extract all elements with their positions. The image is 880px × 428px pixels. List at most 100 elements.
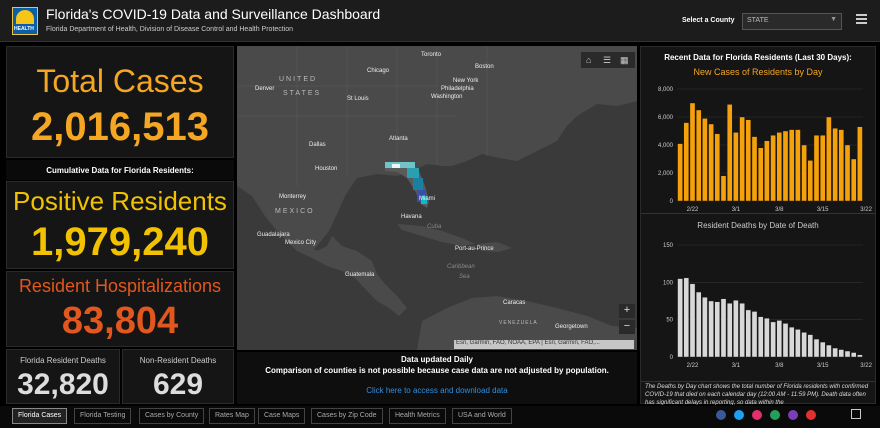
map-label-mexico-city: Mexico City bbox=[285, 240, 317, 246]
hospitalizations-panel: Resident Hospitalizations 83,804 bbox=[6, 271, 234, 347]
cases-bar bbox=[776, 132, 783, 202]
non-resident-deaths-panel: Non-Resident Deaths 629 bbox=[122, 349, 234, 404]
map-label-sea: Sea bbox=[459, 274, 470, 280]
deaths-chart-footnote: The Deaths by Day chart shows the total … bbox=[645, 384, 869, 405]
recent-data-panel: Recent Data for Florida Residents (Last … bbox=[640, 46, 876, 405]
page-title: Florida's COVID-19 Data and Surveillance… bbox=[46, 6, 381, 22]
map-label-chicago: Chicago bbox=[367, 68, 390, 74]
deaths-bar bbox=[807, 334, 814, 358]
deaths-bar bbox=[795, 329, 801, 358]
positive-residents-label: Positive Residents bbox=[13, 186, 227, 216]
cases-bar bbox=[807, 160, 814, 202]
tab-health-metrics[interactable]: Health Metrics bbox=[389, 408, 446, 424]
cases-bar bbox=[726, 104, 733, 202]
cases-bar bbox=[764, 140, 770, 202]
map-attribution: Esri, Garmin, FAO, NOAA, EPA | Esri, Gar… bbox=[454, 340, 634, 349]
cases-bar bbox=[695, 109, 702, 202]
cases-bar bbox=[745, 119, 752, 202]
deaths-y-tick: 150 bbox=[663, 243, 674, 249]
deaths-bar bbox=[801, 332, 807, 358]
map-label-guatemala: Guatemala bbox=[345, 272, 375, 278]
deaths-bar bbox=[826, 344, 832, 358]
facebook-icon[interactable] bbox=[716, 410, 726, 420]
map-label-st-louis: St Louis bbox=[347, 96, 369, 102]
deaths-bar bbox=[850, 352, 857, 358]
deaths-x-tick: 2/22 bbox=[687, 363, 699, 369]
cases-bar bbox=[708, 123, 714, 202]
deaths-bar bbox=[677, 278, 683, 358]
tab-cases-by-zip[interactable]: Cases by Zip Code bbox=[311, 408, 383, 424]
list-icon[interactable]: ☰ bbox=[603, 55, 611, 66]
positive-residents-panel: Positive Residents 1,979,240 bbox=[6, 181, 234, 269]
update-notice: Data updated Daily Comparison of countie… bbox=[237, 352, 637, 404]
map-label-georgetown: Georgetown bbox=[555, 324, 588, 330]
cases-bar bbox=[826, 116, 832, 202]
map-label-havana: Havana bbox=[401, 214, 422, 220]
map-label-toronto: Toronto bbox=[421, 52, 442, 58]
deaths-y-tick: 0 bbox=[670, 355, 674, 361]
florida-health-logo: HEALTH bbox=[12, 7, 38, 35]
map-label-new-york: New York bbox=[453, 78, 479, 84]
cases-map[interactable]: Toronto Boston Chicago New York Philadel… bbox=[237, 46, 637, 350]
tab-case-maps[interactable]: Case Maps bbox=[258, 408, 306, 424]
deaths-x-tick: 3/1 bbox=[732, 363, 741, 369]
total-cases-panel: Total Cases 2,016,513 bbox=[6, 46, 234, 158]
hospitalizations-value: 83,804 bbox=[61, 300, 179, 342]
deaths-bar-chart: 0 50 100 150 2/22 3/1 3/8 3/15 3/22 bbox=[663, 243, 873, 369]
pinterest-icon[interactable] bbox=[806, 410, 816, 420]
instagram-icon[interactable] bbox=[752, 410, 762, 420]
total-cases-label: Total Cases bbox=[36, 63, 204, 99]
zoom-in-button[interactable]: + bbox=[619, 304, 635, 318]
map-label-philadelphia: Philadelphia bbox=[441, 86, 474, 92]
deaths-bar bbox=[776, 320, 783, 358]
deaths-bar bbox=[757, 316, 764, 358]
map-label-miami: Miami bbox=[419, 196, 435, 202]
tab-florida-cases[interactable]: Florida Cases bbox=[12, 408, 68, 424]
chevron-down-icon: ▼ bbox=[830, 16, 837, 23]
twitter-icon[interactable] bbox=[734, 410, 744, 420]
cases-bar bbox=[702, 118, 708, 202]
deaths-bar bbox=[857, 354, 863, 358]
cases-y-tick: 8,000 bbox=[658, 87, 674, 93]
tab-cases-by-county[interactable]: Cases by County bbox=[139, 408, 205, 424]
map-label-dallas: Dallas bbox=[309, 142, 326, 148]
map-label-denver: Denver bbox=[255, 86, 275, 92]
map-label-venezuela: VENEZUELA bbox=[499, 320, 538, 326]
external-link-icon[interactable] bbox=[851, 409, 861, 419]
cases-bar bbox=[720, 175, 727, 202]
tab-florida-testing[interactable]: Florida Testing bbox=[74, 408, 132, 424]
deaths-bar bbox=[695, 291, 702, 358]
cases-bar bbox=[832, 128, 838, 202]
tab-usa-and-world[interactable]: USA and World bbox=[452, 408, 512, 424]
map-label-states: STATES bbox=[283, 90, 322, 97]
cases-bar bbox=[714, 133, 721, 202]
cases-y-tick: 0 bbox=[670, 199, 674, 205]
header-bar: HEALTH Florida's COVID-19 Data and Surve… bbox=[0, 0, 880, 42]
cases-y-tick: 4,000 bbox=[658, 143, 674, 149]
recent-data-title: Recent Data for Florida Residents (Last … bbox=[664, 53, 852, 62]
update-frequency-text: Data updated Daily bbox=[400, 355, 473, 364]
non-resident-deaths-label: Non-Resident Deaths bbox=[139, 356, 217, 365]
county-select[interactable]: STATE ▼ bbox=[742, 13, 842, 30]
deaths-bar bbox=[683, 277, 690, 358]
download-data-link[interactable]: Click here to access and download data bbox=[237, 386, 637, 395]
deaths-bar bbox=[751, 311, 758, 358]
cases-bar bbox=[677, 143, 683, 202]
email-icon[interactable] bbox=[788, 410, 798, 420]
tab-rates-map[interactable]: Rates Map bbox=[209, 408, 255, 424]
home-icon[interactable]: ⌂ bbox=[586, 55, 591, 65]
cases-bar bbox=[819, 135, 826, 202]
basemap-grid-icon[interactable]: ▦ bbox=[620, 55, 629, 66]
cases-bar bbox=[857, 126, 863, 202]
deaths-bar bbox=[764, 317, 770, 358]
zoom-out-button[interactable]: − bbox=[619, 320, 635, 334]
deaths-bar bbox=[739, 303, 745, 358]
deaths-chart-title: Resident Deaths by Date of Death bbox=[697, 221, 819, 230]
map-label-monterrey: Monterrey bbox=[279, 194, 307, 200]
hamburger-menu-icon[interactable] bbox=[856, 14, 867, 25]
hospitalizations-label: Resident Hospitalizations bbox=[18, 276, 222, 296]
map-label-houston: Houston bbox=[315, 166, 338, 172]
cases-bar bbox=[739, 116, 745, 202]
share-icon[interactable] bbox=[770, 410, 780, 420]
map-label-washington: Washington bbox=[431, 94, 463, 100]
